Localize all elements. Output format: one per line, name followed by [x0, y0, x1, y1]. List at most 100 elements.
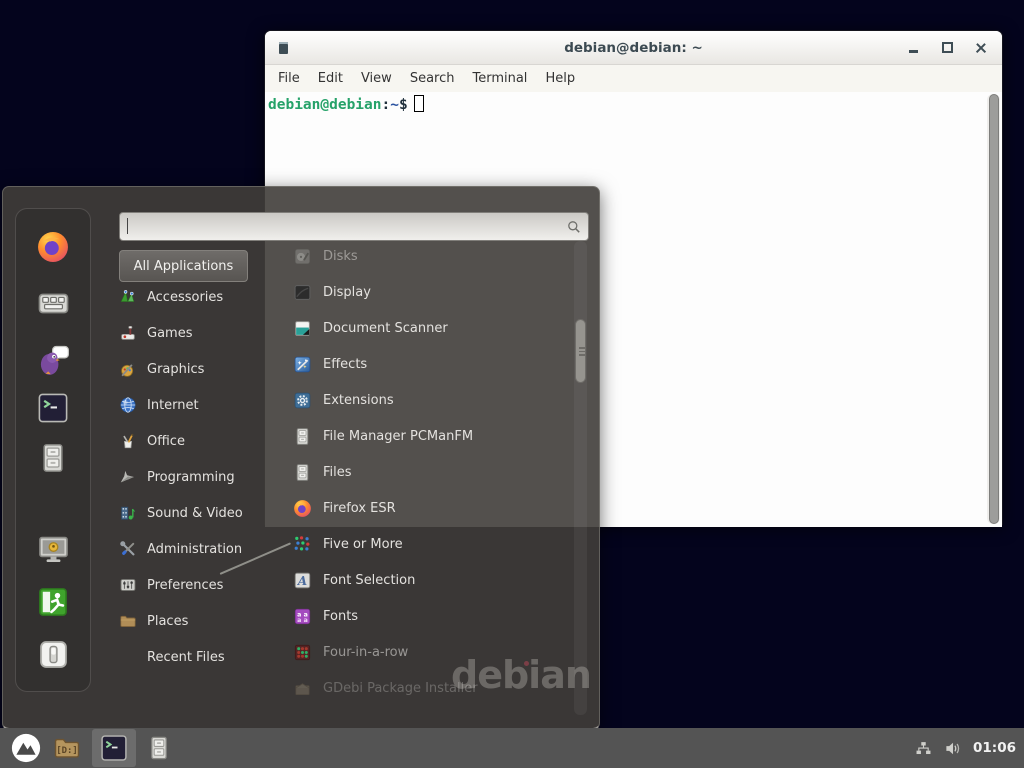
prompt-path: ~ — [390, 97, 399, 113]
effects-icon — [293, 355, 312, 374]
category-games[interactable]: Games — [119, 315, 287, 351]
taskbar-terminal-button[interactable] — [92, 729, 136, 767]
start-menu-button[interactable] — [8, 730, 44, 766]
app-five-or-more[interactable]: Five or More — [293, 526, 565, 562]
extensions-icon — [293, 391, 312, 410]
app-document-scanner[interactable]: Document Scanner — [293, 310, 565, 346]
document-scanner-icon — [293, 319, 312, 338]
display-icon — [293, 283, 312, 302]
app-extensions[interactable]: Extensions — [293, 382, 565, 418]
accessories-icon — [119, 288, 137, 306]
prompt-user-host: debian@debian — [268, 97, 382, 113]
category-graphics[interactable]: Graphics — [119, 351, 287, 387]
menu-edit[interactable]: Edit — [309, 71, 352, 86]
prompt-separator: : — [382, 97, 391, 113]
taskbar-clock[interactable]: 01:06 — [973, 740, 1016, 756]
app-gdebi-package-installer[interactable]: GDebi Package Installer — [293, 670, 565, 706]
sound-video-icon — [119, 504, 137, 522]
favorite-file-manager-button[interactable] — [33, 438, 73, 478]
search-box[interactable] — [119, 212, 589, 241]
app-file-manager-pcmanfm[interactable]: File Manager PCManFM — [293, 418, 565, 454]
four-in-a-row-icon — [293, 643, 312, 662]
disks-icon — [293, 247, 312, 266]
terminal-icon — [100, 734, 128, 762]
category-programming[interactable]: Programming — [119, 459, 287, 495]
category-recent-files[interactable]: Recent Files — [119, 639, 287, 675]
category-office[interactable]: Office — [119, 423, 287, 459]
menu-file[interactable]: File — [269, 71, 309, 86]
app-list-scrollbar[interactable] — [574, 241, 587, 715]
menu-search[interactable]: Search — [401, 71, 464, 86]
app-files[interactable]: Files — [293, 454, 565, 490]
terminal-cursor — [414, 95, 424, 112]
app-font-selection[interactable]: Font Selection — [293, 562, 565, 598]
gdebi-icon — [293, 679, 312, 698]
favorite-firefox-button[interactable] — [33, 227, 73, 267]
folder-icon — [53, 734, 81, 762]
taskbar: 01:06 — [0, 728, 1024, 768]
menu-terminal[interactable]: Terminal — [463, 71, 536, 86]
category-sound-video[interactable]: Sound & Video — [119, 495, 287, 531]
five-or-more-icon — [293, 535, 312, 554]
app-effects[interactable]: Effects — [293, 346, 565, 382]
taskbar-file-manager-button[interactable] — [142, 730, 176, 766]
terminal-icon — [37, 392, 69, 424]
programming-icon — [119, 468, 137, 486]
category-preferences[interactable]: Preferences — [119, 567, 287, 603]
font-selection-icon — [293, 571, 312, 590]
category-list: Accessories Games Graphics Internet Offi… — [119, 279, 287, 675]
favorite-terminal-button[interactable] — [33, 388, 73, 428]
app-list: Disks Display Document Scanner Effects E… — [293, 238, 565, 706]
app-fonts[interactable]: Fonts — [293, 598, 565, 634]
category-places[interactable]: Places — [119, 603, 287, 639]
terminal-menubar: File Edit View Search Terminal Help — [265, 65, 1002, 92]
desktop: debian@debian: ~ File Edit View Search T… — [0, 0, 1024, 768]
lock-screen-icon — [37, 533, 70, 566]
search-icon — [566, 219, 582, 235]
shutdown-button[interactable] — [33, 634, 73, 674]
menu-view[interactable]: View — [352, 71, 401, 86]
app-four-in-a-row[interactable]: Four-in-a-row — [293, 634, 565, 670]
terminal-scrollbar[interactable] — [987, 94, 1000, 524]
office-icon — [119, 432, 137, 450]
favorite-keyboard-button[interactable] — [33, 283, 73, 323]
app-disks[interactable]: Disks — [293, 238, 565, 274]
games-icon — [119, 324, 137, 342]
places-icon — [119, 612, 137, 630]
logout-icon — [37, 586, 69, 618]
logout-button[interactable] — [33, 582, 73, 622]
network-tray-icon[interactable] — [915, 740, 932, 757]
file-cabinet-icon — [293, 427, 312, 446]
category-administration[interactable]: Administration — [119, 531, 287, 567]
prompt-symbol: $ — [399, 97, 408, 113]
terminal-scrollbar-thumb[interactable] — [989, 94, 999, 524]
app-list-scrollbar-thumb[interactable] — [575, 319, 586, 383]
app-firefox-esr[interactable]: Firefox ESR — [293, 490, 565, 526]
taskbar-folder-button[interactable] — [50, 730, 84, 766]
maximize-button[interactable] — [938, 39, 956, 57]
text-caret — [127, 218, 128, 234]
lock-screen-button[interactable] — [33, 529, 73, 569]
favorite-pidgin-button[interactable] — [33, 340, 73, 380]
firefox-icon — [293, 499, 312, 518]
terminal-titlebar[interactable]: debian@debian: ~ — [265, 31, 1002, 65]
start-menu-icon — [11, 733, 41, 763]
minimize-button[interactable] — [904, 39, 922, 57]
app-display[interactable]: Display — [293, 274, 565, 310]
favorites-sidebar — [15, 208, 91, 692]
volume-tray-icon[interactable] — [944, 739, 963, 758]
terminal-window-icon — [279, 42, 288, 54]
menu-help[interactable]: Help — [536, 71, 584, 86]
fonts-icon — [293, 607, 312, 626]
file-cabinet-icon — [293, 463, 312, 482]
all-applications-button[interactable]: All Applications — [119, 250, 248, 282]
shutdown-icon — [38, 639, 69, 670]
application-menu: debian All Applications Accessories Game… — [2, 186, 600, 730]
volume-icon — [944, 739, 963, 758]
close-button[interactable] — [972, 39, 990, 57]
category-internet[interactable]: Internet — [119, 387, 287, 423]
search-input[interactable] — [120, 216, 566, 238]
keyboard-icon — [37, 287, 70, 320]
category-accessories[interactable]: Accessories — [119, 279, 287, 315]
file-cabinet-icon — [37, 442, 69, 474]
